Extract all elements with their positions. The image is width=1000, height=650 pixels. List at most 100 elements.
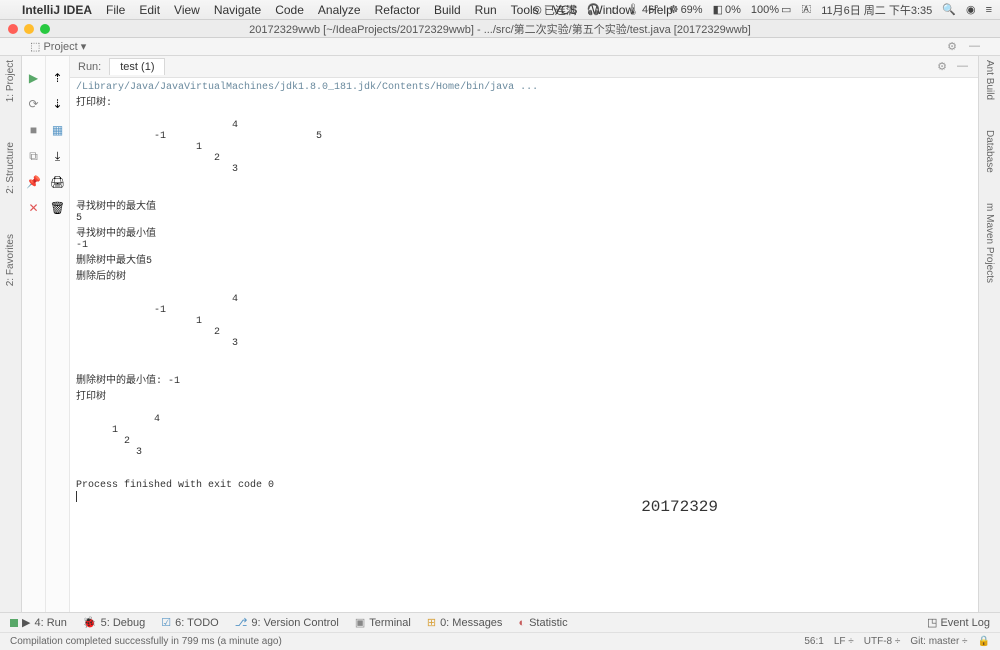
toolbar-gear-icon[interactable]: ⚙ bbox=[947, 40, 957, 53]
scroll-end-icon[interactable]: ⤓ bbox=[50, 148, 66, 164]
menu-refactor[interactable]: Refactor bbox=[375, 3, 420, 17]
event-log-tab[interactable]: ◳ Event Log bbox=[927, 616, 990, 629]
clear-icon[interactable]: 🗑 bbox=[50, 200, 66, 216]
macos-menubar: IntelliJ IDEA File Edit View Navigate Co… bbox=[0, 0, 1000, 20]
console-output[interactable]: /Library/Java/JavaVirtualMachines/jdk1.8… bbox=[70, 78, 978, 612]
tool-todo-tab[interactable]: ☑ 6: TODO bbox=[161, 616, 218, 629]
temp-value: 46° bbox=[642, 4, 659, 16]
statistic-icon: ◐ bbox=[518, 617, 525, 629]
pin-icon[interactable]: 📌 bbox=[26, 174, 42, 190]
stop-icon[interactable]: ■ bbox=[26, 122, 42, 138]
run-icon[interactable]: ▶ bbox=[26, 70, 42, 86]
left-tool-stripe: 1: Project 2: Structure 2: Favorites bbox=[0, 56, 22, 612]
traffic-lights bbox=[8, 24, 50, 34]
menu-run[interactable]: Run bbox=[475, 3, 497, 17]
window-maximize-button[interactable] bbox=[40, 24, 50, 34]
tool-terminal-tab[interactable]: ▣ Terminal bbox=[355, 616, 411, 629]
menu-code[interactable]: Code bbox=[275, 3, 304, 17]
run-label: Run: bbox=[78, 61, 101, 73]
temp-icon: 🌡46° bbox=[626, 3, 659, 16]
clock[interactable]: 11月6日 周二 下午3:35 bbox=[821, 2, 932, 18]
console-command-line: /Library/Java/JavaVirtualMachines/jdk1.8… bbox=[76, 82, 538, 93]
run-hide-icon[interactable]: — bbox=[957, 60, 968, 73]
dump-threads-icon[interactable]: ⧉ bbox=[26, 148, 42, 164]
tool-run-tab[interactable]: ▶ 4: Run bbox=[10, 616, 67, 629]
wifi-status-icon[interactable]: ◎ 已连满 bbox=[532, 2, 577, 18]
menu-file[interactable]: File bbox=[106, 3, 125, 17]
workspace: 1: Project 2: Structure 2: Favorites ▶ ⟳… bbox=[0, 56, 1000, 612]
rerun-icon[interactable]: ⟳ bbox=[26, 96, 42, 112]
window-titlebar: 20172329wwb [~/IdeaProjects/20172329wwb]… bbox=[0, 20, 1000, 38]
tool-database-tab[interactable]: Database bbox=[984, 130, 995, 173]
line-separator[interactable]: LF ÷ bbox=[834, 636, 854, 647]
tool-messages-tab[interactable]: ⊞ 0: Messages bbox=[427, 616, 503, 629]
tool-debug-label: 5: Debug bbox=[101, 617, 146, 629]
bottom-tool-stripe: ▶ 4: Run 🐞 5: Debug ☑ 6: TODO ⎇9: Version … bbox=[0, 612, 1000, 632]
toolbar-minimize-icon[interactable]: — bbox=[969, 40, 980, 53]
print-icon[interactable]: 🖨 bbox=[50, 174, 66, 190]
close-panel-icon[interactable]: ✕ bbox=[26, 200, 42, 216]
cpu-icon: ◧0% bbox=[713, 3, 741, 16]
run-settings-icon[interactable]: ⚙ bbox=[937, 60, 947, 73]
tool-favorites-tab[interactable]: 2: Favorites bbox=[5, 234, 16, 286]
status-bar: Compilation completed successfully in 79… bbox=[0, 632, 1000, 650]
menubar-status: ◎ 已连满 🎧 ↕ 🌡46° ☸69% ◧0% 100% ▭ 🇦 11月6日 周… bbox=[532, 2, 992, 18]
run-gutter-actions: ▶ ⟳ ■ ⧉ 📌 ✕ bbox=[22, 56, 46, 612]
bug-icon: 🐞 bbox=[83, 616, 97, 629]
tool-debug-tab[interactable]: 🐞 5: Debug bbox=[83, 616, 145, 629]
run-config-tab[interactable]: test (1) bbox=[109, 58, 165, 75]
window-close-button[interactable] bbox=[8, 24, 18, 34]
window-minimize-button[interactable] bbox=[24, 24, 34, 34]
console-exit-line: Process finished with exit code 0 bbox=[76, 480, 274, 491]
soft-wrap-icon[interactable]: ▦ bbox=[50, 122, 66, 138]
up-stack-icon[interactable]: ⇡ bbox=[50, 70, 66, 86]
status-message: Compilation completed successfully in 79… bbox=[10, 636, 282, 647]
caret-position[interactable]: 56:1 bbox=[804, 636, 823, 647]
run-tool-window: Run: test (1) ⚙ — /Library/Java/JavaVirt… bbox=[70, 56, 978, 612]
todo-icon: ☑ bbox=[161, 616, 171, 629]
tool-statistic-tab[interactable]: ◐Statistic bbox=[518, 617, 567, 629]
tool-terminal-label: Terminal bbox=[369, 617, 411, 629]
menu-edit[interactable]: Edit bbox=[139, 3, 160, 17]
messages-icon: ⊞ bbox=[427, 616, 436, 629]
terminal-icon: ▣ bbox=[355, 616, 365, 629]
console-body: 打印树: 4 -1 5 1 2 3 寻找树中的最大值 5 寻找树中的最小值 -1… bbox=[76, 98, 322, 458]
cpu-value: 0% bbox=[725, 4, 741, 16]
headphones-icon[interactable]: 🎧 bbox=[587, 3, 601, 16]
vcs-icon: ⎇ bbox=[235, 616, 248, 629]
file-encoding[interactable]: UTF-8 ÷ bbox=[864, 636, 901, 647]
battery-icon[interactable]: 100% ▭ bbox=[751, 3, 792, 16]
run-gutter-secondary: ⇡ ⇣ ▦ ⤓ 🖨 🗑 bbox=[46, 56, 70, 612]
siri-icon[interactable]: ◉ bbox=[966, 3, 976, 16]
spotlight-icon[interactable]: 🔍 bbox=[942, 3, 956, 16]
window-title: 20172329wwb [~/IdeaProjects/20172329wwb]… bbox=[0, 21, 1000, 37]
fan-value: 69% bbox=[681, 4, 703, 16]
run-tab-bar: Run: test (1) ⚙ — bbox=[70, 56, 978, 78]
event-log-label: Event Log bbox=[940, 617, 990, 629]
tool-vcs-tab[interactable]: ⎇9: Version Control bbox=[235, 616, 339, 629]
right-tool-stripe: Ant Build Database m Maven Projects bbox=[978, 56, 1000, 612]
menu-view[interactable]: View bbox=[174, 3, 200, 17]
input-source-icon[interactable]: 🇦 bbox=[801, 3, 811, 16]
fan-icon: ☸69% bbox=[669, 3, 703, 16]
app-menu[interactable]: IntelliJ IDEA bbox=[22, 3, 92, 17]
project-dropdown[interactable]: ⬚ Project ▾ bbox=[30, 40, 86, 53]
menu-analyze[interactable]: Analyze bbox=[318, 3, 361, 17]
git-branch[interactable]: Git: master ÷ bbox=[910, 636, 967, 647]
readonly-lock-icon[interactable]: 🔒 bbox=[978, 636, 990, 647]
notification-center-icon[interactable]: ≡ bbox=[986, 4, 992, 16]
run-green-icon bbox=[10, 619, 18, 627]
tool-messages-label: 0: Messages bbox=[440, 617, 502, 629]
menu-navigate[interactable]: Navigate bbox=[214, 3, 261, 17]
tool-todo-label: 6: TODO bbox=[175, 617, 219, 629]
tool-project-tab[interactable]: 1: Project bbox=[5, 60, 16, 102]
navigation-bar: ⬚ Project ▾ ⚙ — bbox=[0, 38, 1000, 56]
tool-ant-build-tab[interactable]: Ant Build bbox=[984, 60, 995, 100]
down-stack-icon[interactable]: ⇣ bbox=[50, 96, 66, 112]
wifi-label: 已连满 bbox=[544, 2, 577, 18]
tool-structure-tab[interactable]: 2: Structure bbox=[5, 142, 16, 194]
menu-build[interactable]: Build bbox=[434, 3, 461, 17]
netspeed-icon: ↕ bbox=[611, 4, 617, 16]
console-cursor bbox=[76, 491, 77, 502]
tool-maven-tab[interactable]: m Maven Projects bbox=[984, 203, 995, 283]
